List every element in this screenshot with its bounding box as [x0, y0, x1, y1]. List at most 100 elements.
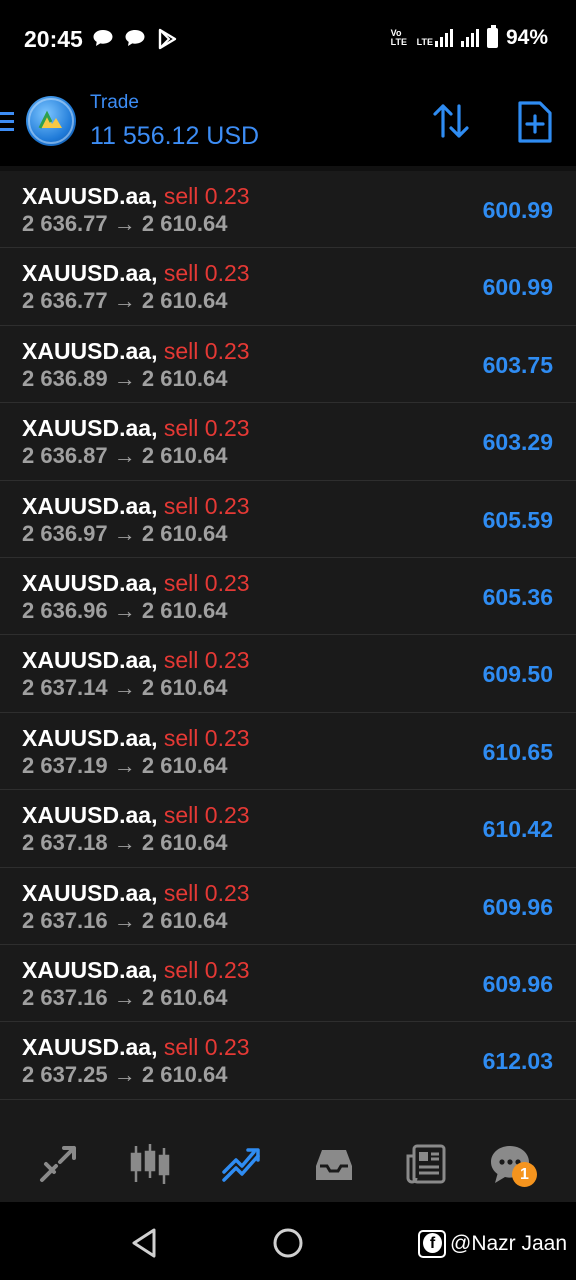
positions-list[interactable]: XAUUSD.aa, sell 0.23 2 636.77 → 2 610.64 6…: [0, 166, 576, 1124]
bottom-tab-bar: [0, 1124, 576, 1202]
play-store-icon: [158, 28, 177, 50]
position-header: XAUUSD.aa, sell 0.23: [22, 1034, 250, 1061]
position-symbol: XAUUSD.aa,: [22, 183, 158, 209]
position-prices: 2 636.97 → 2 610.64: [22, 520, 228, 546]
position-row[interactable]: XAUUSD.aa, sell 0.23 2 636.87 → 2 610.64 6…: [0, 403, 576, 481]
position-header: XAUUSD.aa, sell 0.23: [22, 647, 250, 674]
position-prices: 2 636.77 → 2 610.64: [22, 211, 228, 236]
position-header: XAUUSD.aa, sell 0.23: [22, 880, 250, 907]
position-side-volume: sell 0.23: [163, 492, 250, 519]
position-row[interactable]: XAUUSD.aa, sell 0.23 2 636.96 → 2 610.64 6…: [0, 558, 576, 636]
position-prices: 2 636.77 → 2 610.64: [22, 288, 228, 314]
chart-icon[interactable]: [128, 1142, 172, 1186]
chat-bubble-icon: [93, 30, 113, 46]
position-symbol: XAUUSD.aa,: [22, 415, 158, 442]
position-prices: 2 637.16 → 2 610.64: [22, 907, 228, 933]
position-profit: 610.42: [482, 816, 553, 843]
volte-indicator: Vo LTE: [390, 28, 407, 47]
signal-icon: LTE: [417, 29, 453, 47]
position-side-volume: sell 0.23: [163, 1034, 250, 1061]
position-side-volume: sell 0.23: [163, 337, 250, 364]
position-symbol: XAUUSD.aa,: [22, 492, 158, 519]
position-symbol: XAUUSD.aa,: [22, 724, 158, 751]
position-symbol: XAUUSD.aa,: [22, 337, 158, 364]
position-row[interactable]: XAUUSD.aa, sell 0.23 2 637.16 → 2 610.64 6…: [0, 945, 576, 1023]
position-profit: 609.50: [482, 661, 553, 688]
menu-icon[interactable]: [0, 112, 14, 136]
status-time: 20:45: [24, 26, 83, 52]
position-symbol: XAUUSD.aa,: [22, 956, 158, 983]
position-header: XAUUSD.aa, sell 0.23: [22, 802, 250, 829]
position-side-volume: sell 0.23: [163, 956, 250, 983]
position-row[interactable]: XAUUSD.aa, sell 0.23 2 636.97 → 2 610.64 6…: [0, 481, 576, 558]
position-side-volume: sell 0.23: [163, 569, 250, 596]
position-symbol: XAUUSD.aa,: [22, 647, 158, 674]
position-side-volume: sell 0.23: [163, 802, 250, 829]
account-logo-icon[interactable]: [26, 96, 76, 146]
position-side-volume: sell 0.23: [163, 724, 250, 751]
position-symbol: XAUUSD.aa,: [22, 260, 158, 287]
position-prices: 2 636.87 → 2 610.64: [22, 443, 228, 469]
position-side-volume: sell 0.23: [163, 647, 250, 674]
watermark-text: @Nazr Jaan: [450, 1232, 568, 1255]
position-row[interactable]: XAUUSD.aa, sell 0.23 2 637.25 → 2 610.64 6…: [0, 1022, 576, 1100]
position-prices: 2 637.19 → 2 610.64: [22, 752, 228, 778]
page-title: Trade: [90, 92, 139, 113]
position-header: XAUUSD.aa, sell 0.23: [22, 570, 250, 597]
position-row[interactable]: XAUUSD.aa, sell 0.23 2 636.89 → 2 610.64 6…: [0, 326, 576, 404]
position-header: XAUUSD.aa, sell 0.23: [22, 957, 250, 984]
app-header: Trade 11 556.12 USD: [0, 78, 576, 166]
position-header: XAUUSD.aa, sell 0.23: [22, 183, 250, 210]
battery-icon: [486, 25, 498, 48]
system-indicators: Vo LTE LTE 94%: [390, 25, 548, 50]
position-row[interactable]: XAUUSD.aa, sell 0.23 2 637.19 → 2 610.64 6…: [0, 713, 576, 791]
status-bar: 20:45 Vo LTE LTE 94%: [0, 0, 576, 78]
position-row[interactable]: XAUUSD.aa, sell 0.23 2 636.77 → 2 610.64 6…: [0, 171, 576, 249]
position-symbol: XAUUSD.aa,: [22, 802, 158, 829]
battery-level: 94%: [505, 26, 548, 49]
position-prices: 2 637.14 → 2 610.64: [22, 675, 228, 701]
position-prices: 2 637.16 → 2 610.64: [22, 984, 228, 1010]
position-header: XAUUSD.aa, sell 0.23: [22, 415, 250, 442]
position-row[interactable]: XAUUSD.aa, sell 0.23 2 637.16 → 2 610.64 6…: [0, 868, 576, 945]
signal-icon: [460, 29, 479, 47]
lte-indicator: LTE: [416, 37, 433, 47]
position-symbol: XAUUSD.aa,: [22, 879, 158, 906]
position-profit: 610.65: [482, 738, 553, 765]
position-header: XAUUSD.aa, sell 0.23: [22, 725, 250, 752]
position-prices: 2 636.96 → 2 610.64: [22, 597, 228, 623]
messages-badge: 1: [512, 1162, 537, 1187]
system-navigation-bar: f @Nazr Jaan: [0, 1202, 576, 1280]
position-side-volume: sell 0.23: [163, 260, 250, 287]
position-profit: 600.99: [482, 197, 553, 223]
watermark: f @Nazr Jaan: [418, 1230, 567, 1258]
chat-bubble-icon: [125, 30, 145, 46]
account-balance: 11 556.12 USD: [90, 122, 260, 150]
notification-icons: [92, 28, 178, 50]
position-prices: 2 637.25 → 2 610.64: [22, 1062, 228, 1088]
position-header: XAUUSD.aa, sell 0.23: [22, 493, 250, 520]
position-profit: 605.59: [482, 506, 553, 533]
news-icon[interactable]: [404, 1142, 448, 1186]
position-row[interactable]: XAUUSD.aa, sell 0.23 2 636.77 → 2 610.64 6…: [0, 248, 576, 326]
position-row[interactable]: XAUUSD.aa, sell 0.23 2 637.14 → 2 610.64 6…: [0, 635, 576, 713]
position-row[interactable]: XAUUSD.aa, sell 0.23 2 637.18 → 2 610.64 6…: [0, 790, 576, 868]
position-profit: 612.03: [482, 1048, 553, 1075]
position-header: XAUUSD.aa, sell 0.23: [22, 338, 250, 365]
position-symbol: XAUUSD.aa,: [22, 569, 158, 596]
new-order-icon[interactable]: [514, 100, 556, 144]
position-side-volume: sell 0.23: [163, 879, 250, 906]
quotes-icon[interactable]: [36, 1142, 80, 1186]
sort-icon[interactable]: [430, 100, 472, 142]
position-prices: 2 637.18 → 2 610.64: [22, 830, 228, 856]
position-profit: 603.29: [482, 429, 553, 456]
back-icon[interactable]: [128, 1226, 160, 1260]
position-profit: 600.99: [482, 274, 553, 301]
history-icon[interactable]: [312, 1142, 356, 1186]
position-profit: 609.96: [482, 970, 553, 997]
position-side-volume: sell 0.23: [163, 183, 250, 209]
position-side-volume: sell 0.23: [163, 415, 250, 442]
home-icon[interactable]: [272, 1226, 304, 1260]
position-profit: 605.36: [482, 583, 553, 610]
trade-icon[interactable]: [220, 1142, 264, 1186]
